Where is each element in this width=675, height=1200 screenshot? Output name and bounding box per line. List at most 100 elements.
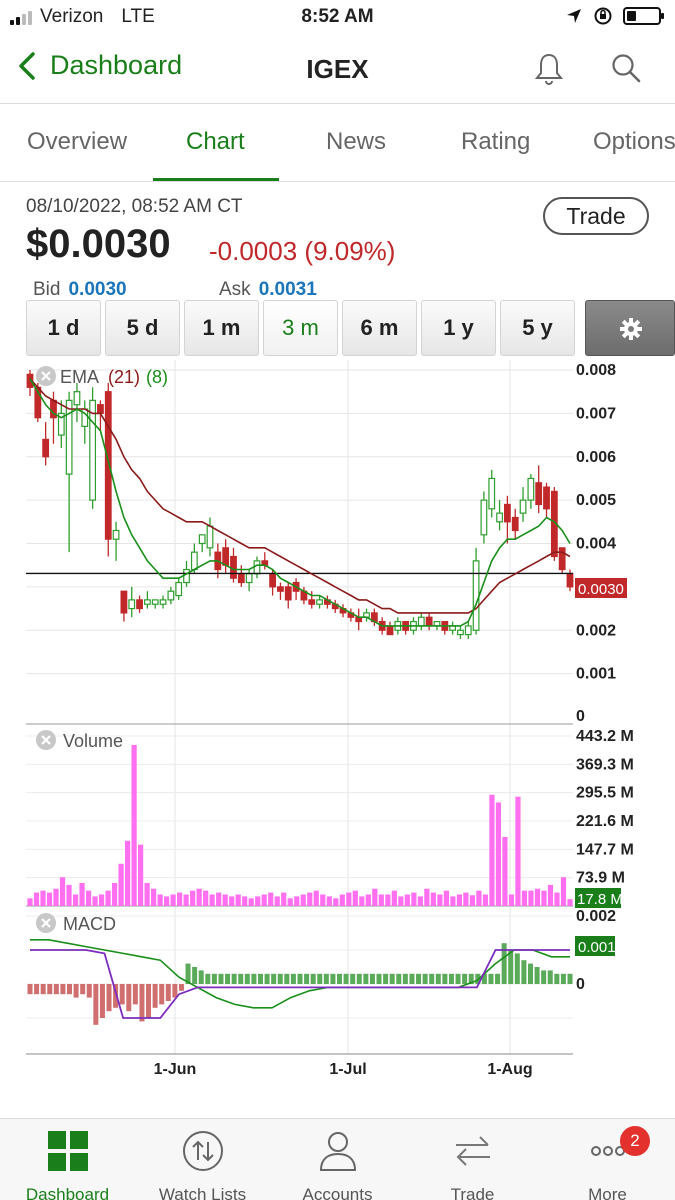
volume-bar	[398, 896, 404, 906]
stock-chart[interactable]: 0.008 0.007 0.006 0.005 0.004 0.002 0.001 0 443.…	[0, 360, 675, 1080]
tabbar-more[interactable]: More	[540, 1129, 675, 1200]
range-5y-button[interactable]: 5 y	[500, 300, 575, 356]
macd-histogram-bar	[376, 973, 382, 984]
volume-bar	[378, 894, 384, 906]
back-button[interactable]: Dashboard	[18, 50, 182, 81]
volume-legend: Volume	[36, 730, 123, 751]
tab-chart[interactable]: Chart	[186, 128, 245, 156]
macd-histogram-bar	[40, 984, 46, 995]
tabbar-watch-lists[interactable]: Watch Lists	[135, 1129, 270, 1200]
macd-histogram-bar	[159, 984, 165, 1005]
volume-bar	[27, 898, 33, 906]
bell-icon[interactable]	[534, 52, 564, 86]
macd-histogram-bar	[304, 973, 310, 984]
macd-histogram-bar	[244, 973, 250, 984]
range-1m-button[interactable]: 1 m	[184, 300, 259, 356]
macd-histogram-bar	[435, 973, 441, 984]
volume-bar	[170, 894, 176, 906]
candle-body	[128, 599, 136, 610]
macd-histogram-bar	[284, 973, 290, 984]
status-right	[565, 6, 664, 26]
volume-bar	[307, 892, 313, 906]
candle-body	[120, 590, 128, 614]
macd-tick-label: 0.002	[576, 908, 616, 925]
ema8-legend: (8)	[146, 367, 168, 387]
tab-overview[interactable]: Overview	[27, 128, 127, 156]
macd-histogram-bar	[218, 973, 224, 984]
range-1y-button[interactable]: 1 y	[421, 300, 496, 356]
tab-news[interactable]: News	[326, 128, 386, 156]
volume-bar	[391, 890, 397, 906]
volume-bar	[46, 892, 53, 906]
macd-histogram-bar	[257, 973, 263, 984]
volume-tick-label: 443.2 M	[576, 728, 634, 745]
volume-bar	[443, 890, 449, 906]
range-5d-button[interactable]: 5 d	[105, 300, 180, 356]
search-icon[interactable]	[610, 52, 642, 84]
tabbar-accounts-label: Accounts	[302, 1185, 373, 1200]
volume-bar	[424, 888, 430, 906]
macd-histogram-bar	[317, 973, 323, 984]
volume-bar	[209, 894, 215, 906]
volume-bar	[294, 896, 300, 906]
trade-button[interactable]: Trade	[543, 197, 649, 235]
volume-bar	[261, 894, 267, 906]
volume-bar	[541, 890, 547, 906]
tab-rating[interactable]: Rating	[461, 128, 530, 156]
section-tabs: Overview Chart News Rating Options	[0, 104, 675, 182]
macd-histogram-bar	[396, 973, 402, 984]
tabbar-trade[interactable]: Trade	[405, 1129, 540, 1200]
volume-bar	[268, 892, 274, 906]
range-6m-button[interactable]: 6 m	[342, 300, 417, 356]
macd-histogram-bar	[369, 973, 375, 984]
macd-histogram-bar	[205, 973, 211, 984]
price-tick-label: 0.004	[576, 536, 616, 553]
notification-badge: 2	[620, 1126, 650, 1156]
last-volume-tag-text: 17.8 M	[577, 891, 623, 908]
volume-bar	[476, 890, 482, 906]
volume-bar	[229, 896, 235, 906]
volume-bar	[482, 894, 489, 906]
volume-bar	[463, 892, 469, 906]
grid-icon	[47, 1131, 88, 1171]
macd-legend: MACD	[36, 913, 116, 934]
macd-histogram-bar	[323, 973, 329, 984]
candle-body	[535, 482, 543, 506]
tabbar-accounts[interactable]: Accounts	[270, 1129, 405, 1200]
volume-bar	[183, 894, 189, 906]
tabbar-dashboard[interactable]: Dashboard	[0, 1129, 135, 1200]
candle-body	[417, 616, 425, 627]
chart-settings-button[interactable]	[585, 300, 675, 356]
volume-bar	[85, 890, 92, 906]
macd-histogram-bar	[462, 973, 468, 984]
price-tick-label: 0.001	[576, 666, 616, 683]
macd-histogram-bar	[47, 984, 53, 995]
candle-body	[496, 512, 503, 523]
macd-histogram-bar	[495, 973, 501, 984]
volume-bar	[404, 894, 410, 906]
macd-histogram-bar	[60, 984, 66, 995]
candle-body	[206, 525, 214, 549]
volume-bar	[92, 896, 98, 906]
macd-histogram-bar	[455, 973, 461, 984]
volume-bar	[352, 890, 358, 906]
range-3m-button[interactable]: 3 m	[263, 300, 338, 356]
candle-body	[566, 573, 574, 588]
active-tab-indicator	[153, 178, 279, 181]
volume-bar	[105, 890, 111, 906]
candle-body	[175, 581, 183, 597]
volume-bar	[508, 894, 515, 906]
macd-histogram-bar	[146, 984, 152, 1018]
last-volume-tag: 17.8 M	[575, 888, 623, 908]
range-1d-button[interactable]: 1 d	[26, 300, 101, 356]
tabbar-more-label: More	[588, 1185, 627, 1200]
volume-bar	[203, 890, 209, 906]
tab-options[interactable]: Options	[593, 128, 675, 156]
last-price-tag-text: 0.0030	[578, 581, 624, 598]
volume-tick-label: 295.5 M	[576, 785, 634, 802]
candle-body	[527, 477, 535, 501]
macd-histogram-bar	[527, 963, 533, 984]
volume-bar	[287, 898, 293, 906]
macd-histogram-bar	[27, 984, 33, 995]
macd-histogram-bar	[547, 970, 553, 984]
